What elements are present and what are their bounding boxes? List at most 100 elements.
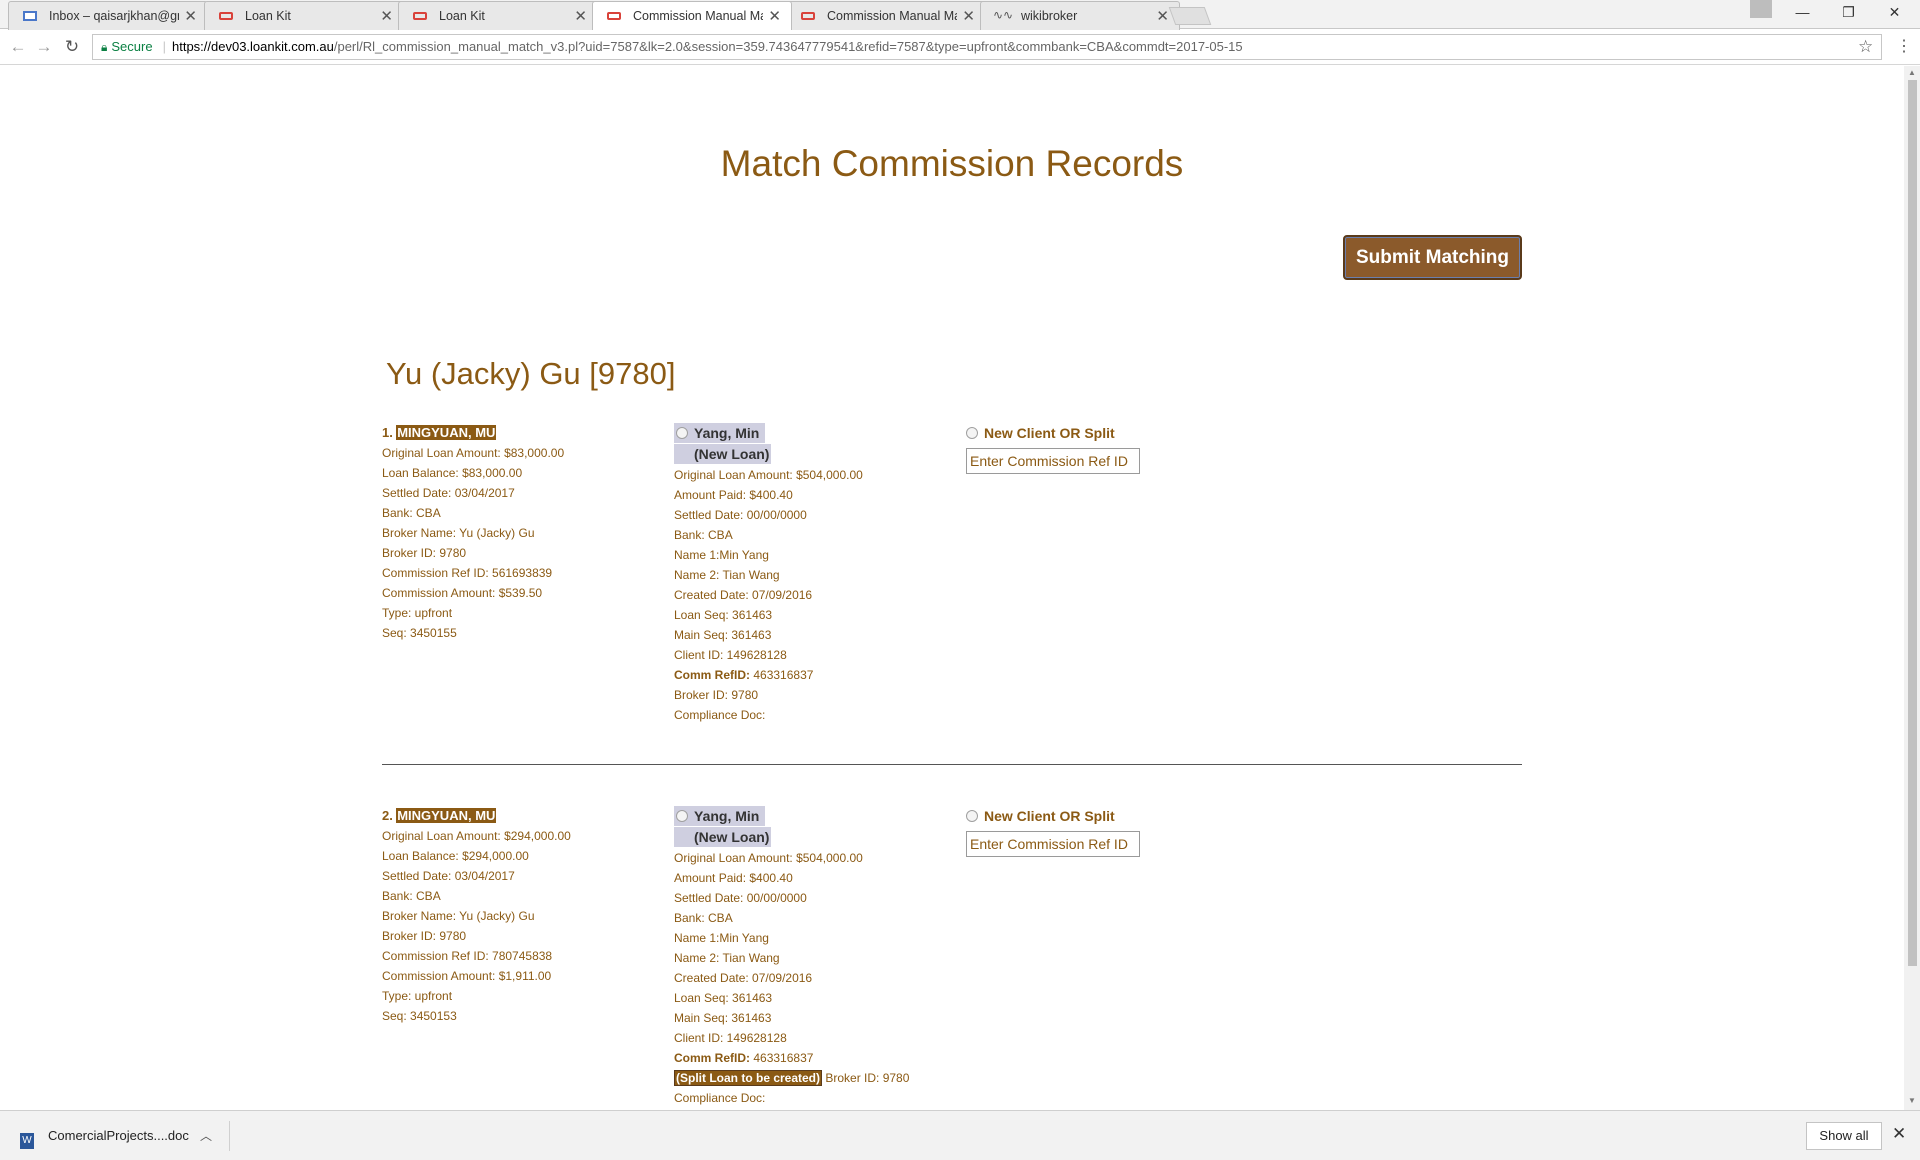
tab-commission-manual-match[interactable]: Commission Manual Mat ✕ <box>786 1 986 30</box>
match-option-label[interactable]: Yang, Min <box>674 423 766 443</box>
match-line: Loan Seq: 361463 <box>674 608 773 622</box>
match-radio[interactable] <box>676 427 688 439</box>
match-line: Settled Date: 00/00/0000 <box>674 891 807 905</box>
match-line: Settled Date: 00/00/0000 <box>674 508 807 522</box>
detail-line: Loan Balance: $294,000.00 <box>382 849 529 863</box>
detail-line: Loan Balance: $83,000.00 <box>382 466 523 480</box>
tab-title: Inbox – qaisarjkhan@gm <box>49 9 179 23</box>
close-tab-icon[interactable]: ✕ <box>380 7 393 25</box>
detail-line: Commission Amount: $1,911.00 <box>382 969 552 983</box>
back-icon[interactable]: ← <box>6 37 30 57</box>
detail-line: Broker Name: Yu (Jacky) Gu <box>382 909 535 923</box>
close-tab-icon[interactable]: ✕ <box>184 7 197 25</box>
tab-title: Loan Kit <box>439 9 485 23</box>
close-tab-icon[interactable]: ✕ <box>962 7 975 25</box>
tab-loan-kit[interactable]: Loan Kit ✕ <box>204 1 404 30</box>
detail-line: Broker ID: 9780 <box>382 929 467 943</box>
new-client-option: New Client OR Split <box>966 423 1266 474</box>
detail-line: Bank: CBA <box>382 889 441 903</box>
commission-ref-input[interactable] <box>966 448 1140 474</box>
match-line: Client ID: 149628128 <box>674 1031 787 1045</box>
split-loan-badge: (Split Loan to be created) <box>674 1070 823 1086</box>
tab-title: wikibroker <box>1021 9 1078 23</box>
tab-inbox[interactable]: Inbox – qaisarjkhan@gm ✕ <box>8 1 208 30</box>
close-tab-icon[interactable]: ✕ <box>768 7 781 25</box>
tab-wikibroker[interactable]: ∿∿ wikibroker ✕ <box>980 1 1180 30</box>
match-line: Amount Paid: $400.40 <box>674 871 793 885</box>
scroll-up-icon[interactable]: ▲ <box>1908 68 1916 77</box>
match-line: Created Date: 07/09/2016 <box>674 971 813 985</box>
chevron-up-icon[interactable]: ︿ <box>200 1121 212 1151</box>
new-client-radio[interactable] <box>966 427 978 439</box>
scroll-thumb[interactable] <box>1908 80 1917 966</box>
menu-icon[interactable]: ⋮ <box>1896 36 1912 56</box>
detail-line: Commission Amount: $539.50 <box>382 586 543 600</box>
commission-ref-input[interactable] <box>966 831 1140 857</box>
client-name: MINGYUAN, MU <box>396 425 497 440</box>
close-tab-icon[interactable]: ✕ <box>574 7 587 25</box>
restore-icon[interactable]: ❐ <box>1826 4 1871 21</box>
loankit-icon <box>219 12 233 20</box>
gmail-icon <box>23 11 37 21</box>
match-line: Original Loan Amount: $504,000.00 <box>674 851 863 865</box>
detail-line: Type: upfront <box>382 989 453 1003</box>
match-name: Yang, Min <box>694 808 760 824</box>
minimize-icon[interactable]: — <box>1780 4 1825 20</box>
detail-line: Bank: CBA <box>382 506 441 520</box>
match-broker-id: Broker ID: 9780 <box>825 1071 910 1085</box>
download-item[interactable]: W ComercialProjects....doc ︿ <box>14 1121 230 1151</box>
match-line: Name 2: Tian Wang <box>674 568 780 582</box>
forward-icon[interactable]: → <box>32 37 56 57</box>
match-line: Loan Seq: 361463 <box>674 991 773 1005</box>
compliance-doc: Compliance Doc: <box>674 708 766 722</box>
detail-line: Commission Ref ID: 780745838 <box>382 949 553 963</box>
reload-icon[interactable]: ↻ <box>60 37 84 57</box>
tab-title: Commission Manual Mat <box>633 9 763 23</box>
detail-line: Original Loan Amount: $294,000.00 <box>382 829 571 843</box>
match-line: Amount Paid: $400.40 <box>674 488 793 502</box>
match-line: Client ID: 149628128 <box>674 648 787 662</box>
tab-loan-kit[interactable]: Loan Kit ✕ <box>398 1 598 30</box>
close-tab-icon[interactable]: ✕ <box>1156 7 1169 25</box>
new-client-radio[interactable] <box>966 810 978 822</box>
detail-line: Seq: 3450153 <box>382 1009 457 1023</box>
record-divider <box>382 764 1522 765</box>
wiki-icon: ∿∿ <box>993 8 1014 22</box>
record-number: 1. <box>382 425 393 440</box>
match-line: Name 1:Min Yang <box>674 548 769 562</box>
detail-line: Type: upfront <box>382 606 453 620</box>
submit-matching-button[interactable]: Submit Matching <box>1343 235 1522 280</box>
loankit-icon <box>413 12 427 20</box>
tab-title: Loan Kit <box>245 9 291 23</box>
match-option: Yang, Min (New Loan) Original Loan Amoun… <box>674 423 944 725</box>
separator: | <box>162 39 166 54</box>
match-broker-id: Broker ID: 9780 <box>674 688 759 702</box>
address-bar[interactable]: 🔒︎ Secure | https://dev03.loankit.com.au/pe… <box>92 34 1882 60</box>
tab-title: Commission Manual Mat <box>827 9 957 23</box>
match-line: Main Seq: 361463 <box>674 1011 772 1025</box>
new-loan-tag: (New Loan) <box>674 444 772 464</box>
match-line: Original Loan Amount: $504,000.00 <box>674 468 863 482</box>
show-all-button[interactable]: Show all <box>1806 1122 1882 1150</box>
page-viewport: Match Commission Records Submit Matching… <box>0 66 1904 1110</box>
close-window-icon[interactable]: ✕ <box>1872 4 1917 21</box>
commission-details: 2. MINGYUAN, MU Original Loan Amount: $2… <box>382 806 652 1026</box>
comm-ref-label: Comm RefID: <box>674 1051 751 1065</box>
match-option-label[interactable]: Yang, Min <box>674 806 766 826</box>
match-line: Created Date: 07/09/2016 <box>674 588 813 602</box>
close-download-bar-icon[interactable]: ✕ <box>1892 1124 1906 1144</box>
compliance-doc: Compliance Doc: <box>674 1091 766 1105</box>
profile-icon[interactable] <box>1750 0 1772 18</box>
commission-details: 1. MINGYUAN, MU Original Loan Amount: $8… <box>382 423 652 643</box>
bookmark-star-icon[interactable]: ☆ <box>1858 37 1873 57</box>
url-host: https://dev03.loankit.com.au <box>171 39 334 54</box>
tab-commission-manual-match-active[interactable]: Commission Manual Mat ✕ <box>592 1 792 30</box>
new-loan-tag: (New Loan) <box>674 827 772 847</box>
page-scrollbar[interactable]: ▲ ▼ <box>1904 66 1920 1110</box>
new-tab-button[interactable] <box>1168 7 1212 25</box>
scroll-down-icon[interactable]: ▼ <box>1908 1096 1916 1105</box>
loankit-icon <box>801 12 815 20</box>
new-client-label: New Client OR Split <box>984 808 1115 824</box>
match-radio[interactable] <box>676 810 688 822</box>
download-bar: W ComercialProjects....doc ︿ Show all ✕ <box>0 1110 1920 1160</box>
